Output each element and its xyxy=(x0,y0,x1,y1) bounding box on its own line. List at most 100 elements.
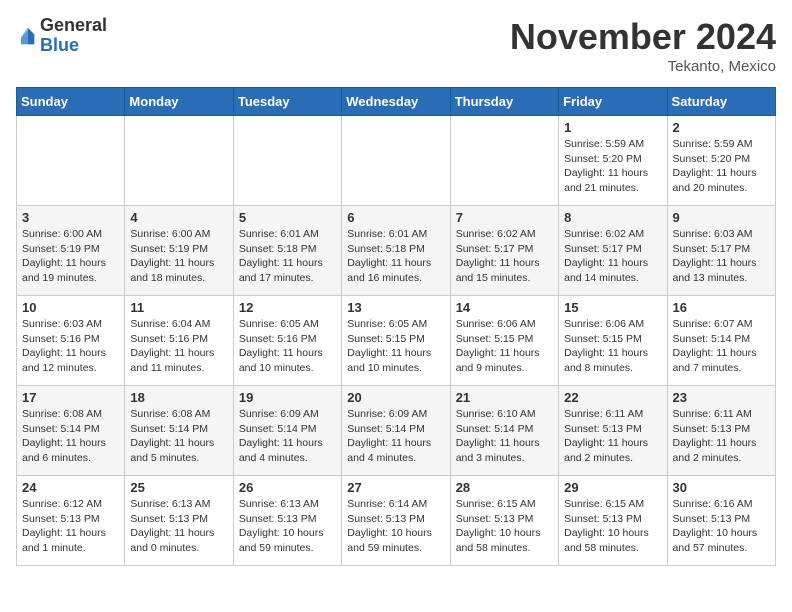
day-number: 3 xyxy=(22,210,119,225)
week-row-5: 24 Sunrise: 6:12 AM Sunset: 5:13 PM Dayli… xyxy=(17,476,776,566)
calendar-cell: 9 Sunrise: 6:03 AM Sunset: 5:17 PM Daylig… xyxy=(667,206,775,296)
day-info: Sunrise: 6:05 AM Sunset: 5:15 PM Dayligh… xyxy=(347,317,444,376)
calendar-cell: 21 Sunrise: 6:10 AM Sunset: 5:14 PM Dayli… xyxy=(450,386,558,476)
day-number: 22 xyxy=(564,390,661,405)
day-info: Sunrise: 6:15 AM Sunset: 5:13 PM Dayligh… xyxy=(564,497,661,556)
calendar-cell: 4Sunrise: 6:00 AM Sunset: 5:19 PM Daylig… xyxy=(125,206,233,296)
day-info: Sunrise: 5:59 AM Sunset: 5:20 PM Dayligh… xyxy=(673,137,770,196)
day-number: 18 xyxy=(130,390,227,405)
day-info: Sunrise: 6:13 AM Sunset: 5:13 PM Dayligh… xyxy=(130,497,227,556)
day-info: Sunrise: 6:09 AM Sunset: 5:14 PM Dayligh… xyxy=(347,407,444,466)
day-info: Sunrise: 6:03 AM Sunset: 5:16 PM Dayligh… xyxy=(22,317,119,376)
day-info: Sunrise: 6:02 AM Sunset: 5:17 PM Dayligh… xyxy=(456,227,553,286)
day-number: 21 xyxy=(456,390,553,405)
day-number: 28 xyxy=(456,480,553,495)
day-number: 16 xyxy=(673,300,770,315)
day-number: 1 xyxy=(564,120,661,135)
day-number: 23 xyxy=(673,390,770,405)
logo-general-text: General xyxy=(40,15,107,35)
week-row-1: 1 Sunrise: 5:59 AM Sunset: 5:20 PM Daylig… xyxy=(17,116,776,206)
calendar-cell: 29Sunrise: 6:15 AM Sunset: 5:13 PM Dayli… xyxy=(559,476,667,566)
calendar-cell xyxy=(450,116,558,206)
calendar-cell: 19 Sunrise: 6:09 AM Sunset: 5:14 PM Dayli… xyxy=(233,386,341,476)
day-info: Sunrise: 6:10 AM Sunset: 5:14 PM Dayligh… xyxy=(456,407,553,466)
day-number: 4 xyxy=(130,210,227,225)
calendar-cell: 22 Sunrise: 6:11 AM Sunset: 5:13 PM Dayli… xyxy=(559,386,667,476)
day-number: 9 xyxy=(673,210,770,225)
calendar-cell: 27Sunrise: 6:14 AM Sunset: 5:13 PM Dayli… xyxy=(342,476,450,566)
day-number: 15 xyxy=(564,300,661,315)
day-info: Sunrise: 6:08 AM Sunset: 5:14 PM Dayligh… xyxy=(22,407,119,466)
calendar-cell xyxy=(17,116,125,206)
calendar-cell: 8 Sunrise: 6:02 AM Sunset: 5:17 PM Daylig… xyxy=(559,206,667,296)
day-number: 30 xyxy=(673,480,770,495)
day-number: 26 xyxy=(239,480,336,495)
calendar-cell: 1 Sunrise: 5:59 AM Sunset: 5:20 PM Daylig… xyxy=(559,116,667,206)
weekday-saturday: Saturday xyxy=(667,88,775,116)
calendar-cell: 11 Sunrise: 6:04 AM Sunset: 5:16 PM Dayli… xyxy=(125,296,233,386)
day-info: Sunrise: 6:00 AM Sunset: 5:19 PM Dayligh… xyxy=(22,227,119,286)
day-info: Sunrise: 6:06 AM Sunset: 5:15 PM Dayligh… xyxy=(564,317,661,376)
calendar-cell xyxy=(233,116,341,206)
day-info: Sunrise: 6:01 AM Sunset: 5:18 PM Dayligh… xyxy=(347,227,444,286)
day-info: Sunrise: 6:11 AM Sunset: 5:13 PM Dayligh… xyxy=(564,407,661,466)
weekday-tuesday: Tuesday xyxy=(233,88,341,116)
weekday-monday: Monday xyxy=(125,88,233,116)
day-number: 17 xyxy=(22,390,119,405)
day-number: 19 xyxy=(239,390,336,405)
day-number: 12 xyxy=(239,300,336,315)
calendar-cell: 20 Sunrise: 6:09 AM Sunset: 5:14 PM Dayli… xyxy=(342,386,450,476)
calendar-cell xyxy=(125,116,233,206)
calendar-cell: 23 Sunrise: 6:11 AM Sunset: 5:13 PM Dayli… xyxy=(667,386,775,476)
day-number: 10 xyxy=(22,300,119,315)
day-info: Sunrise: 6:15 AM Sunset: 5:13 PM Dayligh… xyxy=(456,497,553,556)
calendar-cell: 5Sunrise: 6:01 AM Sunset: 5:18 PM Daylig… xyxy=(233,206,341,296)
day-number: 13 xyxy=(347,300,444,315)
day-number: 14 xyxy=(456,300,553,315)
week-row-3: 10 Sunrise: 6:03 AM Sunset: 5:16 PM Dayli… xyxy=(17,296,776,386)
day-info: Sunrise: 6:09 AM Sunset: 5:14 PM Dayligh… xyxy=(239,407,336,466)
calendar-cell: 14 Sunrise: 6:06 AM Sunset: 5:15 PM Dayli… xyxy=(450,296,558,386)
calendar-cell: 15 Sunrise: 6:06 AM Sunset: 5:15 PM Dayli… xyxy=(559,296,667,386)
title-block: November 2024 Tekanto, Mexico xyxy=(510,16,776,75)
weekday-wednesday: Wednesday xyxy=(342,88,450,116)
calendar-table: SundayMondayTuesdayWednesdayThursdayFrid… xyxy=(16,87,776,566)
weekday-thursday: Thursday xyxy=(450,88,558,116)
month-title: November 2024 xyxy=(510,16,776,58)
day-number: 24 xyxy=(22,480,119,495)
calendar-cell: 30 Sunrise: 6:16 AM Sunset: 5:13 PM Dayli… xyxy=(667,476,775,566)
weekday-header-row: SundayMondayTuesdayWednesdayThursdayFrid… xyxy=(17,88,776,116)
day-info: Sunrise: 6:04 AM Sunset: 5:16 PM Dayligh… xyxy=(130,317,227,376)
calendar-cell: 10 Sunrise: 6:03 AM Sunset: 5:16 PM Dayli… xyxy=(17,296,125,386)
calendar-cell: 24 Sunrise: 6:12 AM Sunset: 5:13 PM Dayli… xyxy=(17,476,125,566)
calendar-cell: 28 Sunrise: 6:15 AM Sunset: 5:13 PM Dayli… xyxy=(450,476,558,566)
day-number: 11 xyxy=(130,300,227,315)
day-info: Sunrise: 5:59 AM Sunset: 5:20 PM Dayligh… xyxy=(564,137,661,196)
logo: General Blue xyxy=(16,16,107,56)
logo-blue-text: Blue xyxy=(40,35,79,55)
day-info: Sunrise: 6:11 AM Sunset: 5:13 PM Dayligh… xyxy=(673,407,770,466)
calendar-cell: 17 Sunrise: 6:08 AM Sunset: 5:14 PM Dayli… xyxy=(17,386,125,476)
calendar-cell: 12Sunrise: 6:05 AM Sunset: 5:16 PM Dayli… xyxy=(233,296,341,386)
day-info: Sunrise: 6:02 AM Sunset: 5:17 PM Dayligh… xyxy=(564,227,661,286)
day-number: 25 xyxy=(130,480,227,495)
calendar-cell: 13 Sunrise: 6:05 AM Sunset: 5:15 PM Dayli… xyxy=(342,296,450,386)
day-number: 8 xyxy=(564,210,661,225)
day-info: Sunrise: 6:16 AM Sunset: 5:13 PM Dayligh… xyxy=(673,497,770,556)
day-info: Sunrise: 6:08 AM Sunset: 5:14 PM Dayligh… xyxy=(130,407,227,466)
day-info: Sunrise: 6:14 AM Sunset: 5:13 PM Dayligh… xyxy=(347,497,444,556)
calendar-cell: 16Sunrise: 6:07 AM Sunset: 5:14 PM Dayli… xyxy=(667,296,775,386)
location: Tekanto, Mexico xyxy=(510,58,776,75)
day-number: 7 xyxy=(456,210,553,225)
weekday-friday: Friday xyxy=(559,88,667,116)
day-info: Sunrise: 6:06 AM Sunset: 5:15 PM Dayligh… xyxy=(456,317,553,376)
calendar-cell: 6Sunrise: 6:01 AM Sunset: 5:18 PM Daylig… xyxy=(342,206,450,296)
day-number: 5 xyxy=(239,210,336,225)
week-row-2: 3 Sunrise: 6:00 AM Sunset: 5:19 PM Daylig… xyxy=(17,206,776,296)
calendar-cell: 18 Sunrise: 6:08 AM Sunset: 5:14 PM Dayli… xyxy=(125,386,233,476)
day-info: Sunrise: 6:12 AM Sunset: 5:13 PM Dayligh… xyxy=(22,497,119,556)
calendar-cell: 2Sunrise: 5:59 AM Sunset: 5:20 PM Daylig… xyxy=(667,116,775,206)
day-info: Sunrise: 6:03 AM Sunset: 5:17 PM Dayligh… xyxy=(673,227,770,286)
calendar-cell: 25 Sunrise: 6:13 AM Sunset: 5:13 PM Dayli… xyxy=(125,476,233,566)
day-number: 20 xyxy=(347,390,444,405)
